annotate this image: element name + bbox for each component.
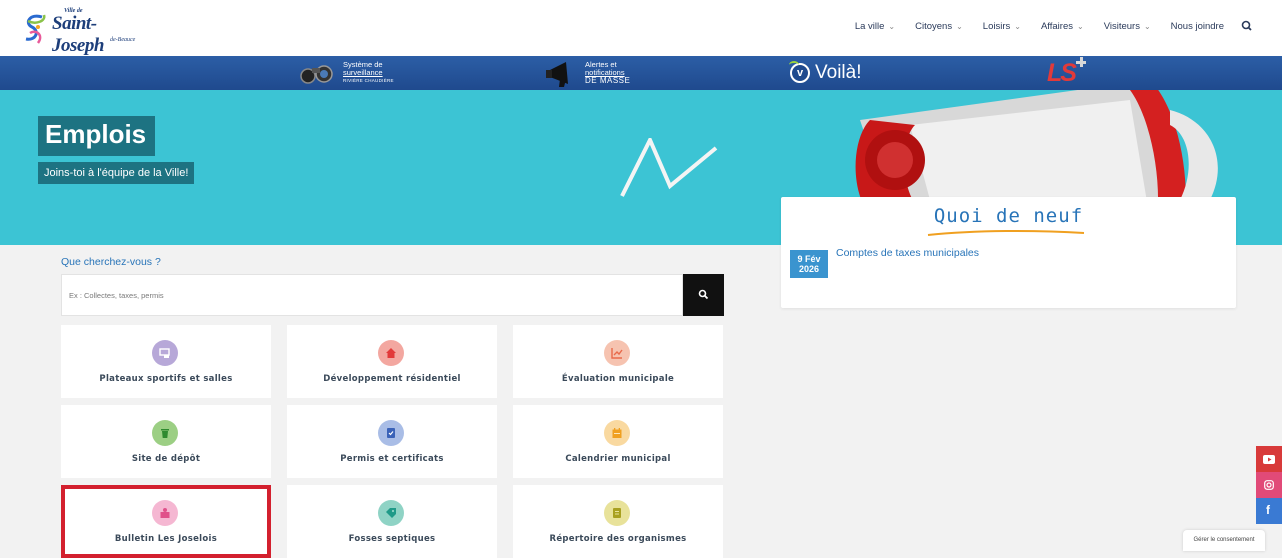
tile-label: Plateaux sportifs et salles [99, 374, 233, 384]
alertes-link[interactable]: Alertes et notifications DE MASSE [546, 58, 630, 88]
facebook-button[interactable]: f [1256, 498, 1282, 524]
nav-item-label: La ville [854, 20, 885, 32]
news-date-badge: 9 Fév 2026 [790, 250, 828, 278]
chart-icon [604, 340, 630, 366]
surveillance-line3: RIVIÈRE CHAUDIÈRE [343, 78, 394, 83]
surveillance-link[interactable]: Système de surveillance RIVIÈRE CHAUDIÈR… [298, 58, 394, 88]
voila-link[interactable]: v Voilà! [789, 58, 862, 88]
nav-item-label: Visiteurs [1103, 20, 1140, 32]
nav-item-visiteurs[interactable]: Visiteurs ⌄ [1094, 21, 1161, 32]
underline-decoration-icon [927, 229, 1085, 236]
nav-item-citoyens[interactable]: Citoyens ⌄ [905, 21, 973, 32]
voila-check-icon: v [789, 61, 810, 83]
nav-search-button[interactable] [1240, 19, 1254, 33]
hero-subtitle: Joins-toi à l'équipe de la Ville! [38, 162, 195, 184]
search-input[interactable] [62, 275, 682, 315]
nav-item-nous-joindre[interactable]: Nous joindre [1161, 21, 1234, 32]
tile-label: Évaluation municipale [561, 374, 675, 384]
binoculars-icon [300, 65, 333, 84]
news-title: Quoi de neuf [933, 205, 1084, 227]
chevron-down-icon: ⌄ [956, 21, 963, 31]
facebook-icon: f [1266, 503, 1270, 517]
tile-permis-et-certificats[interactable]: Permis et certificats [287, 405, 497, 478]
tile-bulletin-les-joselois[interactable]: Bulletin Les Joselois [61, 485, 271, 558]
tile-evaluation-municipale[interactable]: Évaluation municipale [513, 325, 723, 398]
nav-item-la-ville[interactable]: La ville ⌄ [845, 21, 905, 32]
search-button[interactable] [683, 274, 724, 316]
search-icon [698, 289, 709, 300]
chevron-down-icon: ⌄ [1076, 21, 1084, 31]
nav-item-label: Citoyens [915, 20, 953, 32]
news-date-year: 2026 [798, 264, 820, 274]
septic-tag-icon [378, 500, 404, 526]
main-nav: La ville ⌄ Citoyens ⌄ Loisirs ⌄ Affaires ⌄ V… [845, 19, 1254, 33]
tile-label: Permis et certificats [340, 454, 444, 464]
chevron-down-icon: ⌄ [1014, 21, 1021, 31]
voila-text: Voilà! [815, 62, 862, 83]
megaphone-icon [546, 62, 568, 87]
nav-item-loisirs[interactable]: Loisirs ⌄ [973, 21, 1031, 32]
youtube-icon [1263, 455, 1275, 464]
tile-label: Répertoire des organismes [549, 534, 687, 544]
tile-plateaux-sportifs[interactable]: Plateaux sportifs et salles [61, 325, 271, 398]
lightning-icon [620, 138, 718, 197]
plus-icon [1076, 57, 1086, 67]
consent-button[interactable]: Gérer le consentement [1183, 530, 1265, 551]
chevron-down-icon: ⌄ [888, 21, 896, 31]
news-item-link[interactable]: Comptes de taxes municipales [836, 247, 979, 259]
news-date-daymonth: 9 Fév [797, 254, 821, 264]
surveillance-text: Système de surveillance RIVIÈRE CHAUDIÈR… [343, 61, 394, 85]
tile-label: Développement résidentiel [323, 374, 461, 384]
nav-item-label: Nous joindre [1170, 20, 1224, 32]
sports-venue-icon [152, 340, 178, 366]
partner-banner: Système de surveillance RIVIÈRE CHAUDIÈR… [0, 56, 1282, 90]
tile-label: Calendrier municipal [565, 454, 671, 464]
youtube-button[interactable] [1256, 446, 1282, 472]
instagram-button[interactable] [1256, 472, 1282, 498]
chevron-down-icon: ⌄ [1143, 21, 1151, 31]
news-panel: Quoi de neuf 9 Fév 2026 Comptes de taxes… [781, 197, 1236, 308]
nav-item-affaires[interactable]: Affaires ⌄ [1031, 21, 1094, 32]
ls-plus-logo[interactable]: LS [1047, 59, 1077, 88]
nav-item-label: Affaires [1040, 20, 1073, 32]
site-logo[interactable]: Ville de Saint-Joseph de-Beauce [22, 5, 142, 56]
logo-name-text: Saint-Joseph [52, 13, 104, 56]
alertes-text: Alertes et notifications DE MASSE [585, 61, 630, 85]
certificate-icon [378, 420, 404, 446]
newsletter-icon [152, 500, 178, 526]
home-icon [378, 340, 404, 366]
instagram-icon [1264, 480, 1274, 490]
tile-site-de-depot[interactable]: Site de dépôt [61, 405, 271, 478]
alertes-line3: DE MASSE [585, 76, 631, 85]
site-header: Ville de Saint-Joseph de-Beauce La ville… [0, 0, 1282, 56]
tile-label: Fosses septiques [348, 534, 436, 544]
nav-item-label: Loisirs [982, 20, 1011, 32]
tile-label: Site de dépôt [131, 454, 201, 464]
search-label: Que cherchez-vous ? [61, 256, 161, 268]
tile-label: Bulletin Les Joselois [114, 534, 218, 544]
tile-fosses-septiques[interactable]: Fosses septiques [287, 485, 497, 558]
trash-icon [152, 420, 178, 446]
surveillance-line2: surveillance [343, 68, 383, 77]
hero-title: Emplois [38, 116, 156, 156]
directory-icon [604, 500, 630, 526]
ls-logo-text: LS [1047, 59, 1077, 87]
logo-beauce-text: de-Beauce [110, 37, 136, 43]
logo-mark-icon [25, 14, 46, 44]
tile-repertoire-des-organismes[interactable]: Répertoire des organismes [513, 485, 723, 558]
tile-developpement-residentiel[interactable]: Développement résidentiel [287, 325, 497, 398]
calendar-icon [604, 420, 630, 446]
tile-calendrier-municipal[interactable]: Calendrier municipal [513, 405, 723, 478]
search-field [61, 274, 683, 316]
search-icon [1241, 20, 1252, 31]
